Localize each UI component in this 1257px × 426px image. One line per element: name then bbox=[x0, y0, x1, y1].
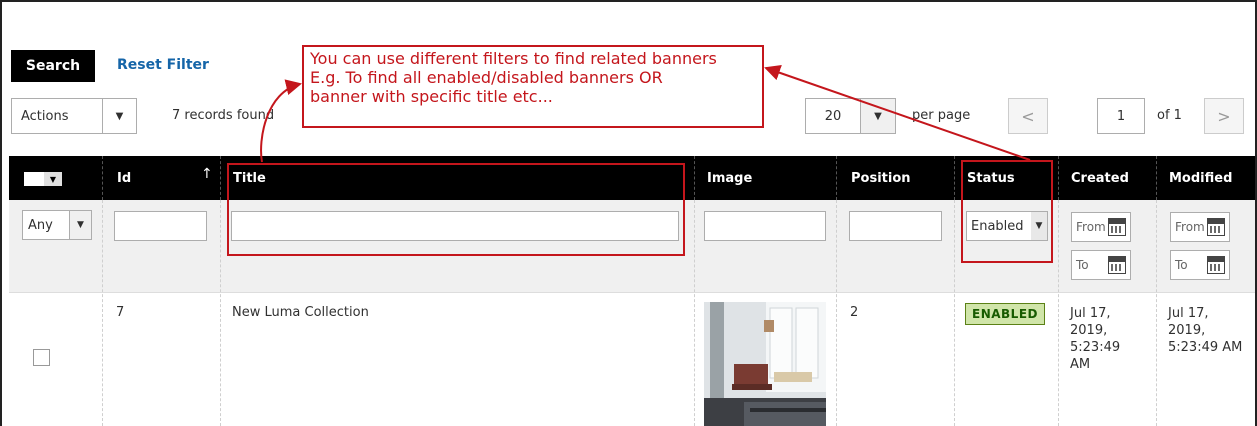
callout-line: You can use different filters to find re… bbox=[310, 49, 717, 68]
arrow-to-status bbox=[764, 65, 1031, 161]
callout-line: E.g. To find all enabled/disabled banner… bbox=[310, 68, 663, 87]
callout-line: banner with specific title etc... bbox=[310, 87, 553, 106]
arrow-to-title bbox=[260, 79, 302, 163]
annotation-callout: You can use different filters to find re… bbox=[302, 45, 764, 128]
